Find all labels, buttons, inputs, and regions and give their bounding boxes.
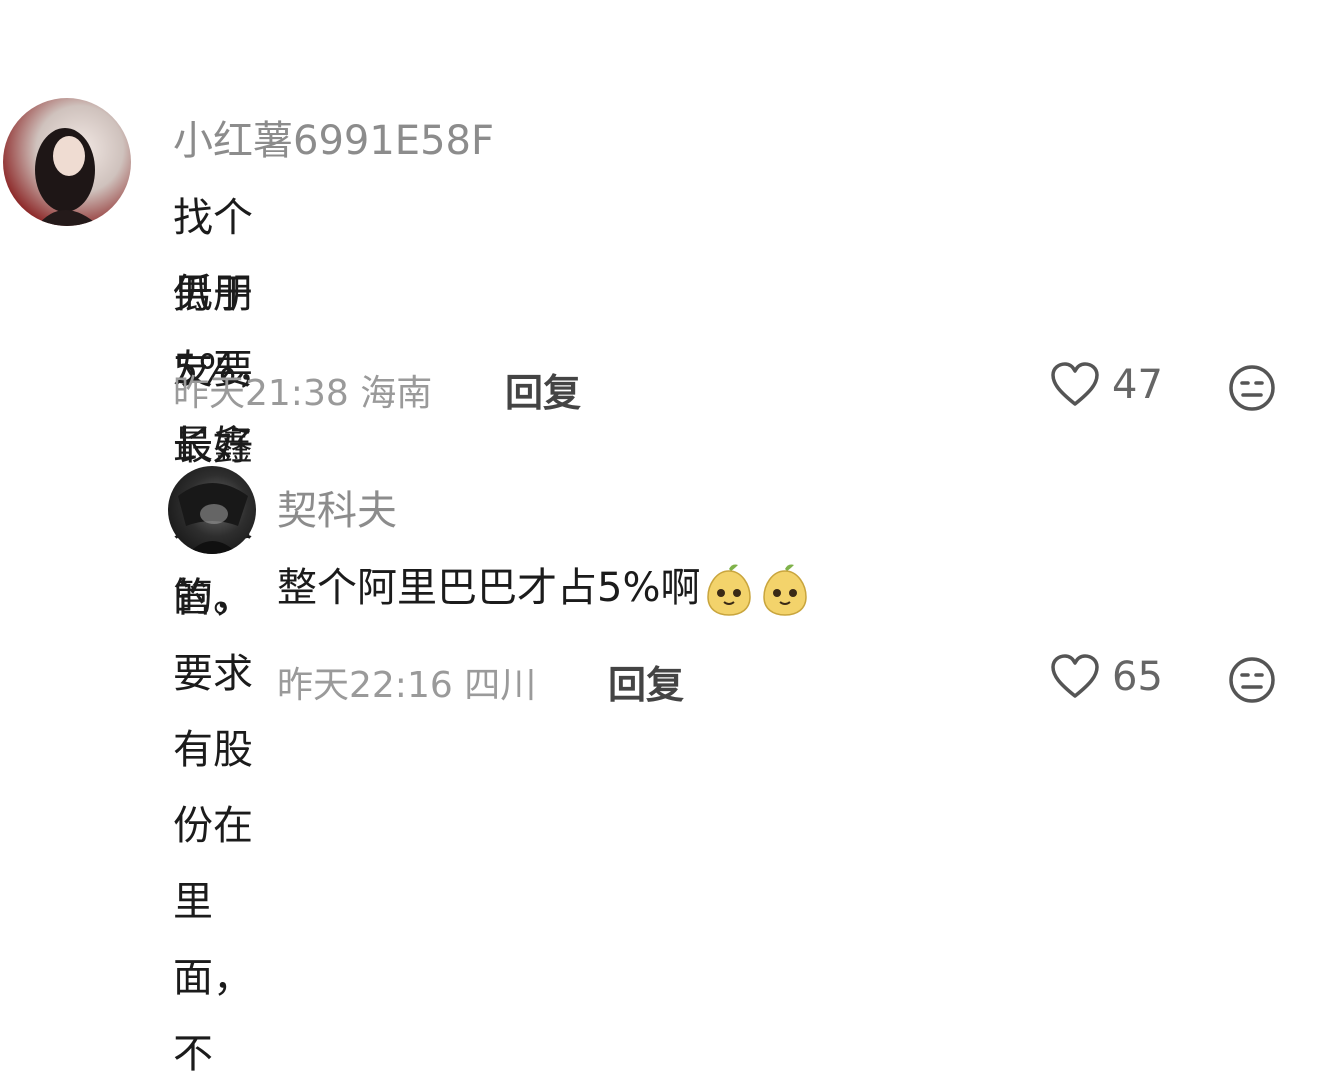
meh-face-icon[interactable] xyxy=(1228,656,1276,704)
avatar[interactable] xyxy=(3,98,131,226)
heart-outline-icon xyxy=(1051,362,1099,406)
timestamp-location: 昨天21:38 海南 xyxy=(173,373,433,414)
avatar[interactable] xyxy=(168,466,256,554)
like-button[interactable]: 47 xyxy=(1050,362,1163,408)
meh-face-icon[interactable] xyxy=(1228,364,1276,412)
comment-text: 整个阿里巴巴才占5%啊 xyxy=(277,550,812,626)
heart-outline-icon xyxy=(1051,654,1099,698)
comment-text-line-2: 低于5%，最好是高管。 xyxy=(173,271,277,621)
username[interactable]: 契科夫 xyxy=(277,478,397,536)
comment-text-content: 整个阿里巴巴才占5%啊 xyxy=(277,565,701,611)
like-count: 65 xyxy=(1112,654,1163,700)
reply-button[interactable]: 回复 xyxy=(505,362,581,417)
pear-face-emoji xyxy=(707,564,752,616)
reply-button[interactable]: 回复 xyxy=(608,654,684,709)
username[interactable]: 小红薯6991E58F xyxy=(173,108,494,166)
pear-face-emoji xyxy=(763,564,808,616)
like-button[interactable]: 65 xyxy=(1050,654,1163,700)
like-count: 47 xyxy=(1112,362,1163,408)
timestamp-location: 昨天22:16 四川 xyxy=(277,665,537,706)
